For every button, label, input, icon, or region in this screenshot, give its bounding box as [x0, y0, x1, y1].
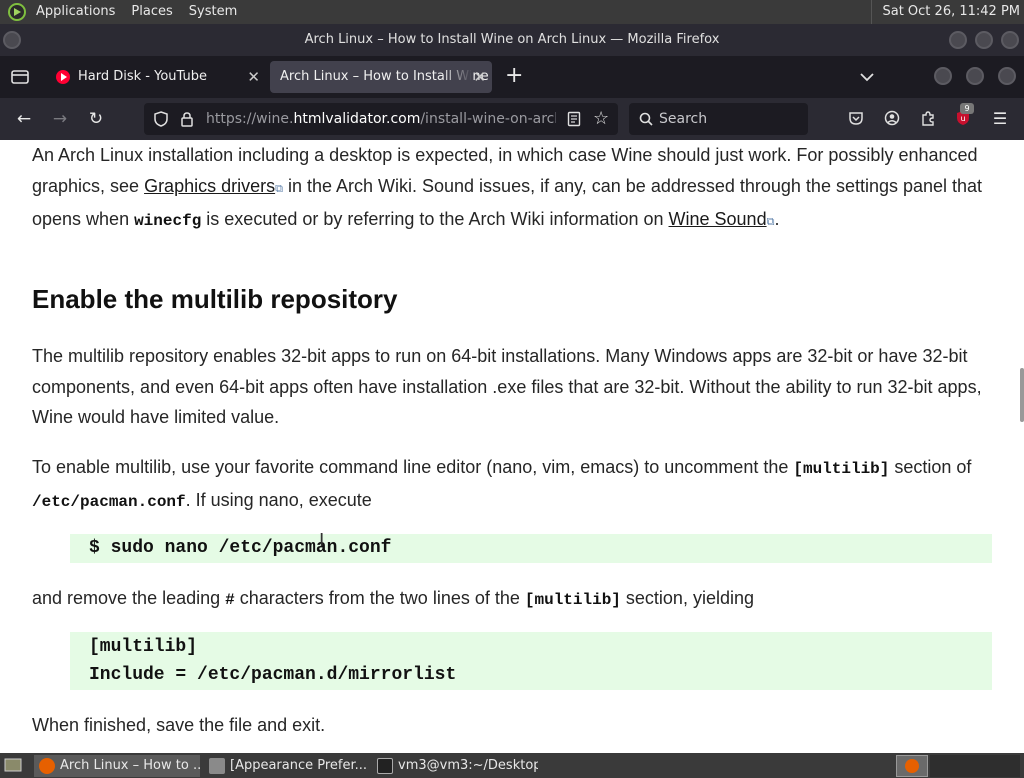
remove-hash-paragraph: and remove the leading # characters from… — [32, 588, 754, 609]
graphics-drivers-link[interactable]: Graphics drivers — [144, 176, 275, 196]
forward-arrow-icon[interactable]: → — [48, 107, 72, 131]
inline-code-hash: # — [225, 591, 235, 609]
text-cursor-icon: I — [319, 530, 325, 551]
panel-menus: Applications Places System — [0, 0, 245, 24]
window-titlebar[interactable]: Arch Linux – How to Install Wine on Arch… — [0, 24, 1024, 56]
tab-close-icon[interactable]: ✕ — [247, 61, 260, 93]
taskbar: Arch Linux – How to ... [Appearance Pref… — [0, 753, 1024, 778]
wine-sound-link[interactable]: Wine Sound — [669, 209, 767, 229]
url-text[interactable]: https://wine.htmlvalidator.com/install-w… — [206, 103, 556, 135]
code-block-nano: $ sudo nano /etc/pacman.conf — [70, 534, 992, 563]
url-bar[interactable]: https://wine.htmlvalidator.com/install-w… — [144, 103, 618, 135]
tab-maximize-icon[interactable] — [966, 67, 984, 85]
external-link-icon: ⧉ — [275, 182, 283, 195]
tab-youtube[interactable]: Hard Disk - YouTube ✕ — [48, 61, 266, 93]
intro-paragraph: An Arch Linux installation including a d… — [32, 145, 983, 230]
terminal-icon — [377, 758, 393, 774]
youtube-icon — [56, 70, 70, 84]
menu-system[interactable]: System — [181, 0, 245, 24]
close-window-icon[interactable] — [1001, 31, 1019, 49]
inline-code-winecfg: winecfg — [134, 212, 202, 230]
menu-applications[interactable]: Applications — [28, 0, 123, 24]
tab-close-window-icon[interactable] — [998, 67, 1016, 85]
menu-places[interactable]: Places — [123, 0, 180, 24]
window-title: Arch Linux – How to Install Wine on Arch… — [304, 32, 720, 47]
lock-icon[interactable] — [180, 111, 194, 127]
account-icon[interactable] — [884, 110, 900, 126]
taskbar-item-terminal[interactable]: vm3@vm3:~/Desktop — [372, 755, 538, 777]
extensions-puzzle-icon[interactable] — [920, 109, 936, 127]
search-icon — [639, 112, 653, 126]
section-heading: Enable the multilib repository — [32, 284, 398, 314]
shield-icon[interactable] — [153, 111, 169, 127]
workspace-switcher[interactable] — [896, 755, 928, 777]
firefox-workspace-icon — [905, 759, 919, 773]
workspace-empty[interactable] — [930, 755, 1020, 777]
bookmark-star-icon[interactable]: ☆ — [593, 103, 609, 135]
tab-strip: Hard Disk - YouTube ✕ Arch Linux – How t… — [0, 56, 1024, 98]
taskbar-item-appearance[interactable]: [Appearance Prefer... — [204, 755, 370, 777]
pocket-icon[interactable] — [848, 110, 864, 126]
reader-view-icon[interactable] — [567, 111, 581, 127]
top-panel: Applications Places System Sat Oct 26, 1… — [0, 0, 1024, 24]
page-scrollbar[interactable] — [1020, 368, 1024, 422]
distro-logo-icon[interactable] — [8, 3, 26, 21]
minimize-icon[interactable] — [949, 31, 967, 49]
taskbar-item-firefox[interactable]: Arch Linux – How to ... — [34, 755, 200, 777]
firefox-view-icon[interactable] — [11, 69, 29, 85]
show-desktop-icon[interactable] — [4, 757, 22, 773]
window-menu-icon[interactable] — [3, 31, 21, 49]
enable-multilib-paragraph: To enable multilib, use your favorite co… — [32, 457, 972, 511]
inline-code-pacman-conf: /etc/pacman.conf — [32, 492, 186, 511]
svg-text:u: u — [960, 114, 965, 123]
back-arrow-icon[interactable]: ← — [12, 107, 36, 131]
tab-youtube-label: Hard Disk - YouTube — [78, 69, 207, 84]
code-block-multilib: [multilib] Include = /etc/pacman.d/mirro… — [70, 632, 992, 690]
tab-close-icon[interactable]: ✕ — [473, 61, 486, 93]
multilib-paragraph: The multilib repository enables 32-bit a… — [32, 346, 982, 427]
hamburger-menu-icon[interactable]: ☰ — [988, 107, 1012, 131]
extension-badge: 9 — [960, 103, 974, 114]
tab-minimize-icon[interactable] — [934, 67, 952, 85]
appearance-icon — [209, 758, 225, 774]
chevron-down-icon[interactable] — [860, 72, 874, 82]
inline-code-multilib-2: [multilib] — [524, 591, 621, 609]
page-content: An Arch Linux installation including a d… — [0, 140, 1024, 753]
tab-arch-linux[interactable]: Arch Linux – How to Install Wine on Arch… — [270, 61, 492, 93]
reload-icon[interactable]: ↻ — [84, 107, 108, 131]
panel-clock[interactable]: Sat Oct 26, 11:42 PM — [871, 0, 1020, 24]
search-bar[interactable]: Search — [629, 103, 808, 135]
new-tab-icon[interactable]: + — [505, 63, 523, 88]
nav-bar: ← → ↻ https://wine.htmlvalidator.com/ins… — [0, 98, 1024, 140]
firefox-icon — [39, 758, 55, 774]
search-placeholder: Search — [659, 111, 708, 127]
inline-code-multilib: [multilib] — [793, 460, 890, 478]
maximize-icon[interactable] — [975, 31, 993, 49]
finish-paragraph: When finished, save the file and exit. — [32, 715, 326, 735]
